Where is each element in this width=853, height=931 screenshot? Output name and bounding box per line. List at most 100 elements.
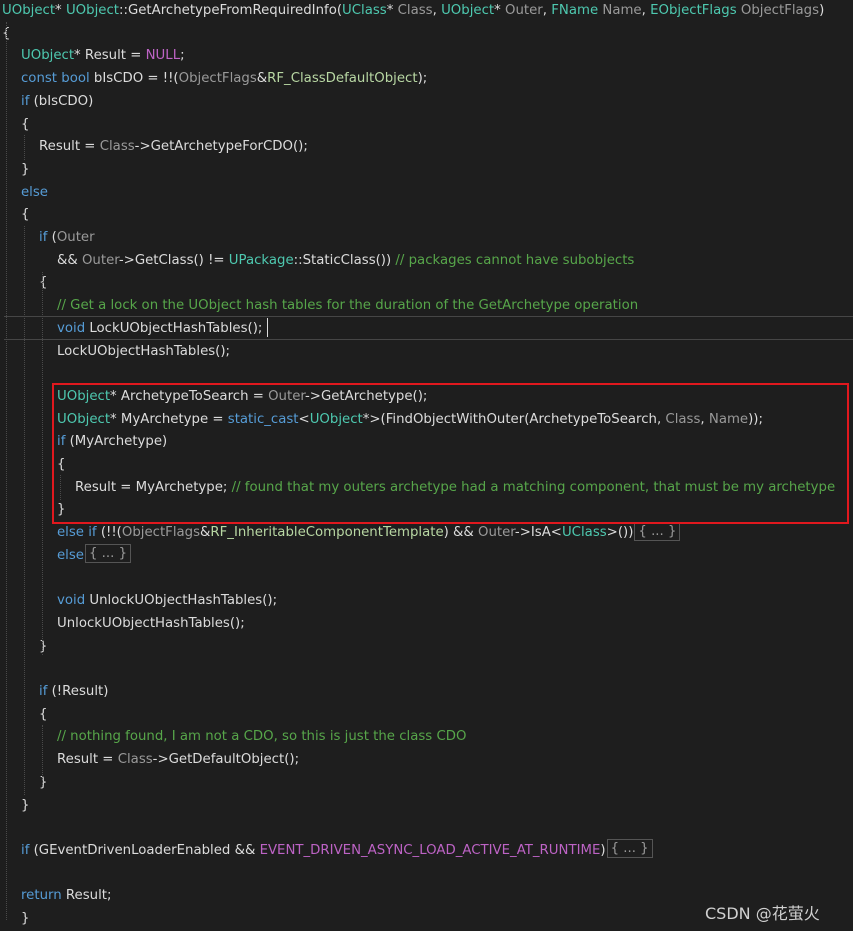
code-line[interactable]: }	[21, 908, 29, 931]
code-line[interactable]: UnlockUObjectHashTables();	[57, 613, 245, 636]
code-token: UObject	[2, 3, 56, 18]
code-line[interactable]: }	[39, 636, 47, 659]
indent-guide	[42, 272, 43, 655]
code-token: UClass	[342, 3, 387, 18]
code-token: RF_InheritableComponentTemplate	[210, 525, 444, 541]
code-token: NULL	[145, 48, 181, 64]
code-line[interactable]: UObject* UObject::GetArchetypeFromRequir…	[2, 0, 824, 23]
code-token: return	[21, 888, 62, 904]
code-line[interactable]: LockUObjectHashTables();	[57, 341, 230, 364]
code-line[interactable]: // Get a lock on the UObject hash tables…	[57, 295, 638, 318]
code-token: ->GetArchetypeForCDO();	[134, 139, 308, 155]
code-token: Outer	[478, 525, 515, 541]
collapsed-region[interactable]: { ... }	[84, 544, 132, 564]
code-line[interactable]: else	[21, 182, 48, 205]
code-token: ObjectFlags	[178, 71, 257, 87]
code-token: ::GetArchetypeFromRequiredInfo(	[118, 3, 343, 18]
code-line[interactable]: {	[21, 114, 29, 137]
code-line[interactable]: if (!Result)	[39, 681, 108, 704]
code-token: (!Result)	[47, 684, 109, 699]
code-line[interactable]: Result = Class->GetDefaultObject();	[57, 749, 299, 772]
code-token: ->GetClass() !=	[118, 252, 229, 268]
code-token: LockUObjectHashTables();	[85, 320, 263, 336]
code-token: ObjectFlags	[121, 525, 201, 541]
code-token: }	[39, 638, 48, 654]
code-line[interactable]: {	[39, 704, 47, 727]
code-token: (GEventDrivenLoaderEnabled &&	[29, 842, 260, 858]
code-token: Class	[117, 752, 153, 768]
code-token: const	[21, 71, 58, 87]
code-token: Class	[99, 139, 135, 155]
code-token: Result;	[61, 888, 112, 904]
code-token: RF_ClassDefaultObject	[267, 71, 418, 87]
code-token: ,	[432, 3, 442, 18]
code-token: {	[39, 706, 48, 722]
code-token: {	[39, 275, 48, 291]
code-token: Result =	[57, 752, 118, 768]
code-token: &	[200, 525, 211, 541]
code-token: *	[55, 3, 66, 18]
watermark: CSDN @花萤火	[705, 904, 820, 923]
code-token: ;	[180, 48, 185, 64]
code-token: LockUObjectHashTables();	[57, 343, 231, 359]
code-token: *	[386, 3, 398, 18]
code-token: >())	[606, 525, 634, 541]
code-line[interactable]: else{ ... }	[57, 544, 132, 568]
code-line[interactable]: if (GEventDrivenLoaderEnabled && EVENT_D…	[21, 839, 653, 863]
code-token: UPackage	[228, 252, 294, 268]
code-token: ,	[641, 3, 651, 18]
code-line[interactable]: Result = Class->GetArchetypeForCDO();	[39, 136, 308, 159]
indent-guide	[24, 226, 25, 795]
code-editor[interactable]: UObject* UObject::GetArchetypeFromRequir…	[0, 0, 853, 931]
code-token: FName	[551, 3, 599, 18]
code-line[interactable]: }	[21, 159, 29, 182]
code-token: Class	[397, 3, 433, 18]
code-line[interactable]: void UnlockUObjectHashTables();	[57, 590, 277, 613]
code-token: (	[47, 230, 57, 245]
code-line[interactable]: UObject* Result = NULL;	[21, 45, 185, 68]
code-token: ObjectFlags	[740, 3, 820, 18]
code-token: else	[21, 184, 48, 200]
code-token: EVENT_DRIVEN_ASYNC_LOAD_ACTIVE_AT_RUNTIM…	[259, 842, 601, 858]
code-token: }	[21, 161, 30, 177]
indent-guide	[42, 725, 43, 785]
code-token: Result =	[39, 139, 100, 155]
code-token: UnlockUObjectHashTables();	[57, 615, 245, 631]
code-token: (bIsCDO)	[29, 93, 94, 109]
code-line[interactable]: if (Outer	[39, 227, 95, 250]
code-line[interactable]: if (bIsCDO)	[21, 91, 93, 114]
code-token: ->IsA<	[514, 525, 562, 541]
code-token: // packages cannot have subobjects	[395, 252, 635, 268]
collapsed-region[interactable]: { ... }	[606, 839, 653, 859]
code-line[interactable]: }	[21, 795, 29, 818]
code-token: void	[57, 593, 86, 609]
code-line[interactable]: const bool bIsCDO = !!(ObjectFlags&RF_Cl…	[21, 68, 427, 91]
code-token: (!!(	[96, 525, 122, 541]
code-token: * Result =	[74, 48, 146, 64]
code-line[interactable]: else if (!!(ObjectFlags&RF_InheritableCo…	[57, 521, 681, 545]
code-token: UObject	[21, 48, 75, 64]
indent-guide	[6, 22, 7, 920]
code-line[interactable]: {	[39, 272, 47, 295]
code-token: }	[39, 774, 48, 790]
code-token: Outer	[56, 230, 95, 245]
code-line[interactable]: void LockUObjectHashTables();	[57, 318, 262, 341]
code-token: bIsCDO = !!(	[89, 71, 179, 87]
code-token: ::StaticClass())	[293, 252, 396, 268]
collapsed-region[interactable]: { ... }	[634, 521, 681, 541]
code-line[interactable]: // nothing found, I am not a CDO, so thi…	[57, 726, 466, 749]
code-token: EObjectFlags	[650, 3, 737, 18]
code-token: );	[417, 71, 428, 87]
code-token: Outer	[81, 252, 119, 268]
code-token: else	[57, 525, 84, 541]
code-line[interactable]: return Result;	[21, 885, 111, 908]
code-line[interactable]: }	[39, 772, 47, 795]
code-token: {	[21, 116, 30, 132]
red-annotation-box	[52, 383, 849, 524]
code-token: &	[256, 71, 268, 87]
code-line[interactable]: && Outer->GetClass() != UPackage::Static…	[57, 250, 634, 273]
code-line[interactable]: {	[21, 204, 29, 227]
code-token: UClass	[561, 525, 607, 541]
code-token: )	[819, 3, 825, 18]
code-token: }	[21, 797, 30, 813]
